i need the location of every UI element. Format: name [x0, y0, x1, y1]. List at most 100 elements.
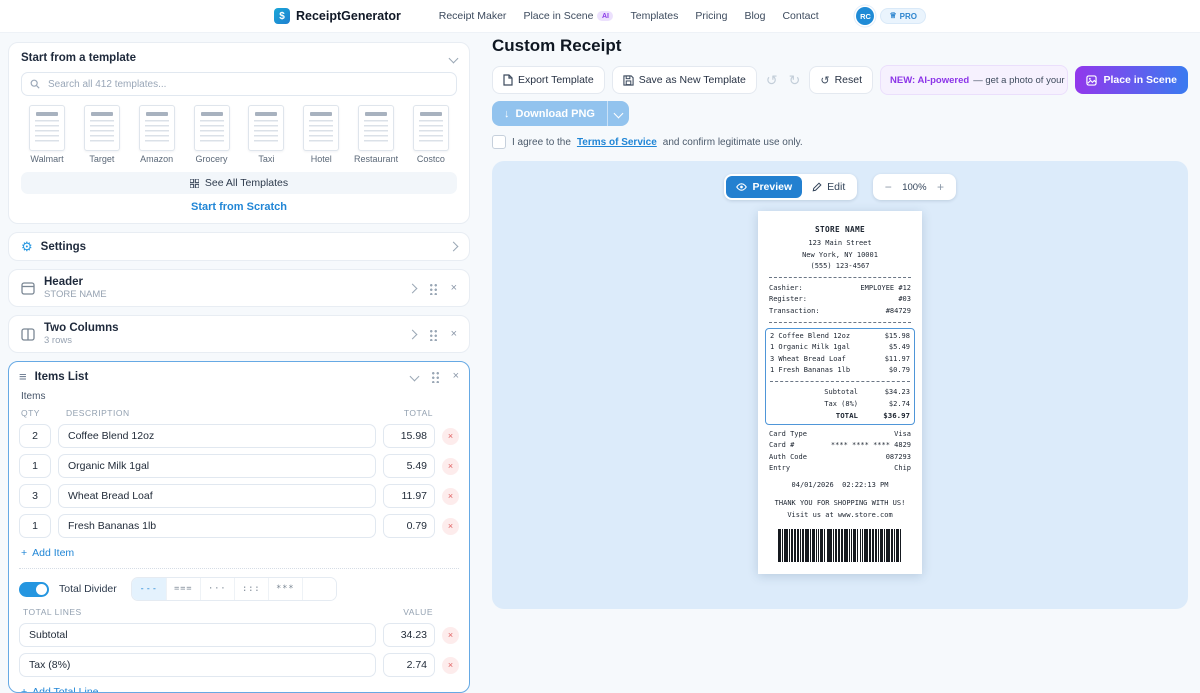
section-two-columns-card[interactable]: Two Columns 3 rows × — [8, 315, 470, 353]
place-in-scene-button[interactable]: Place in Scene — [1075, 66, 1188, 94]
total-divider-toggle[interactable] — [19, 582, 49, 597]
template-restaurant[interactable]: Restaurant — [350, 105, 402, 164]
file-icon — [503, 74, 513, 86]
see-all-templates-button[interactable]: See All Templates — [21, 172, 457, 194]
template-picker-header[interactable]: Start from a template — [21, 52, 457, 64]
download-png-button[interactable]: ↓ Download PNG — [492, 101, 607, 126]
item-qty-input[interactable] — [19, 484, 51, 508]
two-columns-controls: × — [409, 328, 457, 341]
item-description-input[interactable] — [58, 514, 376, 538]
remove-total-line-button[interactable]: × — [442, 627, 459, 644]
item-description-input[interactable] — [58, 484, 376, 508]
item-description-input[interactable] — [58, 454, 376, 478]
template-hotel[interactable]: Hotel — [295, 105, 347, 164]
divider-style-dashes[interactable]: --- — [132, 578, 166, 600]
two-columns-title: Two Columns — [44, 322, 119, 334]
terms-of-service-link[interactable]: Terms of Service — [577, 137, 657, 148]
remove-section-button[interactable]: × — [453, 371, 459, 382]
add-total-line-button[interactable]: + Add Total Line — [21, 686, 457, 693]
divider-style-colons[interactable]: ::: — [234, 578, 268, 600]
template-costco[interactable]: Costco — [405, 105, 457, 164]
drag-handle-icon[interactable] — [431, 370, 440, 383]
total-line-row: × — [19, 623, 459, 647]
chevron-down-icon[interactable] — [449, 53, 459, 63]
start-from-scratch-link[interactable]: Start from Scratch — [21, 201, 457, 213]
template-target[interactable]: Target — [76, 105, 128, 164]
receipt-payment-row: Card TypeVisa — [769, 429, 911, 440]
template-taxi[interactable]: Taxi — [240, 105, 292, 164]
edit-mode-button[interactable]: Edit — [802, 176, 855, 198]
brand[interactable]: $ ReceiptGenerator — [274, 8, 401, 24]
remove-item-button[interactable]: × — [442, 518, 459, 535]
chevron-right-icon[interactable] — [449, 242, 459, 252]
template-search[interactable] — [21, 72, 457, 96]
chevron-right-icon[interactable] — [407, 283, 417, 293]
remove-section-button[interactable]: × — [451, 283, 457, 294]
nav-templates[interactable]: Templates — [630, 10, 678, 22]
nav-contact[interactable]: Contact — [782, 10, 818, 22]
payment-value: **** **** **** 4829 — [831, 440, 911, 451]
item-qty-input[interactable] — [19, 514, 51, 538]
template-walmart[interactable]: Walmart — [21, 105, 73, 164]
divider-style-none[interactable] — [302, 578, 336, 600]
terms-checkbox[interactable] — [492, 135, 506, 149]
total-line-value-input[interactable] — [383, 653, 435, 677]
drag-handle-icon[interactable] — [429, 282, 438, 295]
chevron-down-icon[interactable] — [409, 372, 419, 382]
redo-button[interactable]: ↻ — [787, 72, 803, 89]
divider-style-stars[interactable]: *** — [268, 578, 302, 600]
nav-receipt-maker[interactable]: Receipt Maker — [439, 10, 507, 22]
nav-pricing[interactable]: Pricing — [695, 10, 727, 22]
remove-item-button[interactable]: × — [442, 488, 459, 505]
template-amazon[interactable]: Amazon — [131, 105, 183, 164]
receipt-payment-row: EntryChip — [769, 463, 911, 474]
add-item-button[interactable]: + Add Item — [21, 547, 457, 559]
download-options-button[interactable] — [607, 101, 629, 126]
zoom-in-button[interactable]: + — [931, 179, 951, 195]
item-price: $0.79 — [889, 365, 910, 376]
item-description-input[interactable] — [58, 424, 376, 448]
total-line-value-input[interactable] — [383, 623, 435, 647]
selected-items-section-highlight[interactable]: 2 Coffee Blend 12oz$15.98 1 Organic Milk… — [765, 328, 915, 425]
chevron-right-icon[interactable] — [407, 329, 417, 339]
drag-handle-icon[interactable] — [429, 328, 438, 341]
template-label: Target — [89, 154, 114, 164]
item-total-input[interactable] — [383, 424, 435, 448]
reset-button[interactable]: ↺ Reset — [809, 66, 873, 94]
remove-item-button[interactable]: × — [442, 428, 459, 445]
receipt-paper[interactable]: STORE NAME 123 Main Street New York, NY … — [758, 211, 922, 574]
remove-item-button[interactable]: × — [442, 458, 459, 475]
avatar[interactable]: RC — [856, 7, 874, 25]
remove-section-button[interactable]: × — [451, 329, 457, 340]
preview-mode-button[interactable]: Preview — [726, 176, 802, 198]
items-list-header[interactable]: ≡ Items List × — [19, 370, 459, 383]
template-grocery[interactable]: Grocery — [186, 105, 238, 164]
item-total-input[interactable] — [383, 454, 435, 478]
section-header-card[interactable]: Header STORE NAME × — [8, 269, 470, 307]
two-columns-text: Two Columns 3 rows — [44, 322, 119, 346]
item-total-input[interactable] — [383, 484, 435, 508]
save-as-new-template-button[interactable]: Save as New Template — [612, 66, 757, 94]
nav-place-in-scene[interactable]: Place in SceneAI — [523, 10, 613, 22]
pro-badge[interactable]: ♕ PRO — [880, 8, 926, 24]
payment-value: Visa — [894, 429, 911, 440]
total-line-label-input[interactable] — [19, 653, 376, 677]
receipt-payment-row: Card #**** **** **** 4829 — [769, 440, 911, 451]
item-qty-input[interactable] — [19, 424, 51, 448]
total-line-label-input[interactable] — [19, 623, 376, 647]
undo-button[interactable]: ↺ — [764, 72, 780, 89]
meta-label: Cashier: — [769, 283, 803, 294]
item-qty-input[interactable] — [19, 454, 51, 478]
preview-controls: Preview Edit − 100% + — [492, 174, 1188, 200]
divider-style-double[interactable]: === — [166, 578, 200, 600]
remove-total-line-button[interactable]: × — [442, 657, 459, 674]
item-row: × — [19, 454, 459, 478]
receipt-divider — [769, 322, 911, 323]
item-total-input[interactable] — [383, 514, 435, 538]
zoom-out-button[interactable]: − — [878, 179, 898, 195]
export-template-button[interactable]: Export Template — [492, 66, 605, 94]
divider-style-dots[interactable]: ··· — [200, 578, 234, 600]
template-search-input[interactable] — [46, 78, 448, 91]
nav-blog[interactable]: Blog — [744, 10, 765, 22]
settings-card[interactable]: ⚙ Settings — [8, 232, 470, 261]
